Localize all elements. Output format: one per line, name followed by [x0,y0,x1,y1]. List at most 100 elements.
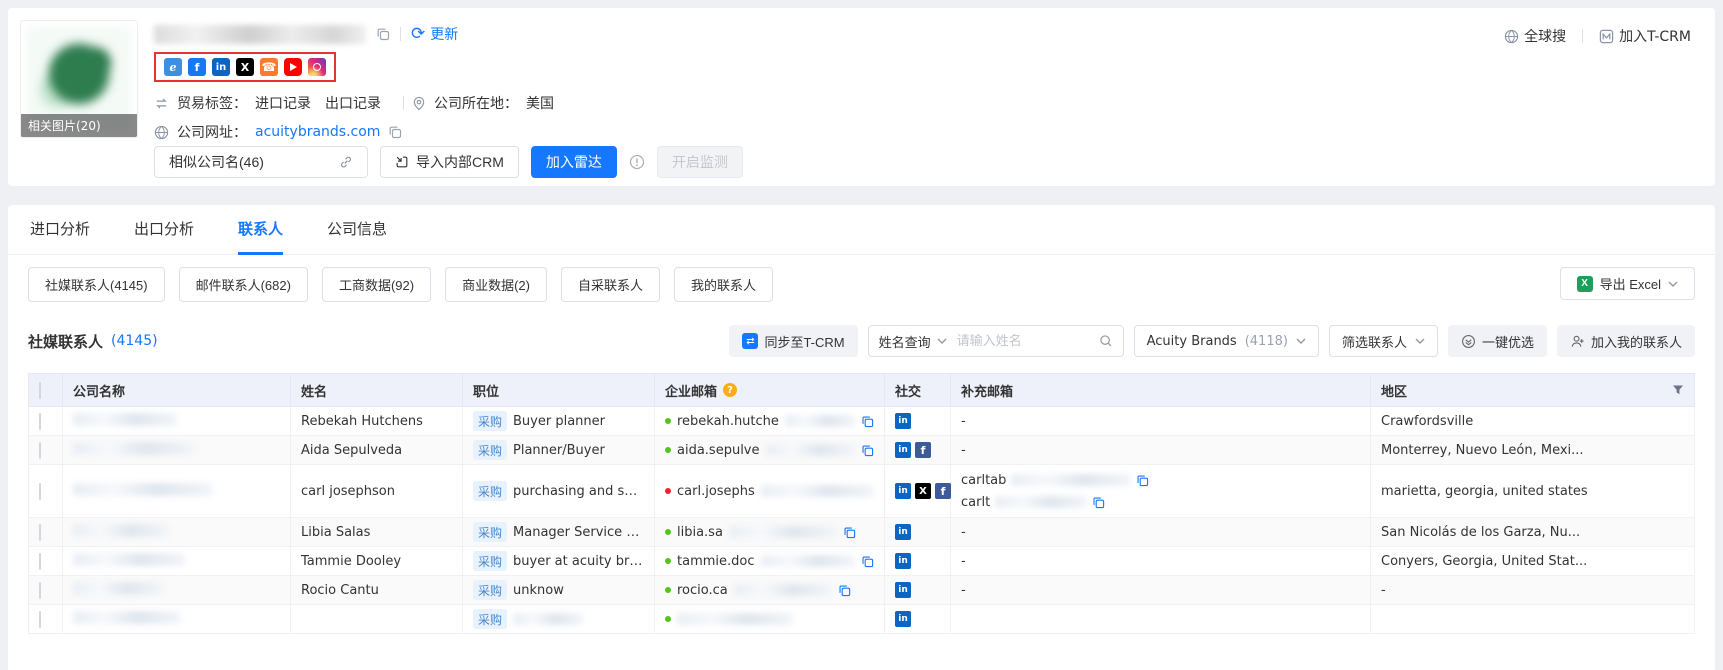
extra-email-redacted [995,496,1087,508]
table-body: Rebekah Hutchens采购Buyer plannerrebekah.h… [29,407,1695,634]
global-search-link[interactable]: 全球搜 [1504,26,1566,46]
facebook-icon[interactable]: f [935,483,951,499]
email-cell: carl.josephs [655,465,885,518]
row-checkbox[interactable] [39,442,41,459]
tab-0[interactable]: 进口分析 [30,205,90,255]
email-cell: aida.sepulve [655,436,885,465]
divider [403,96,404,110]
email-cell: rebekah.hutche [655,407,885,436]
one-click-select-button[interactable]: 一键优选 [1448,325,1547,357]
contact-filter-chip-5[interactable]: 我的联系人 [674,267,773,302]
trade-tags-icon [154,96,169,111]
import-crm-button[interactable]: 导入内部CRM [380,146,519,178]
row-checkbox-cell [29,407,63,436]
column-header-6: 地区 [1371,374,1695,407]
x-twitter-icon[interactable]: X [236,58,254,76]
column-header-3: 企业邮箱? [655,374,885,407]
add-radar-button[interactable]: 加入雷达 [531,146,617,178]
company-name-redacted [73,524,169,537]
related-images-label[interactable]: 相关图片(20) [21,114,137,137]
column-header-5: 补充邮箱 [951,374,1371,407]
help-icon[interactable]: ? [723,383,737,397]
info-icon[interactable] [629,154,645,170]
copy-email-icon[interactable] [861,444,874,457]
row-checkbox[interactable] [39,483,41,500]
contact-name: Aida Sepulveda [301,443,402,458]
row-checkbox[interactable] [39,413,41,430]
contact-filter-chip-2[interactable]: 工商数据(92) [322,267,431,302]
add-my-contacts-button[interactable]: 加入我的联系人 [1557,325,1695,357]
email-cell [655,605,885,634]
select-all-checkbox[interactable] [39,382,41,399]
copy-website-icon[interactable] [388,125,402,139]
link-icon [339,155,353,169]
linkedin-icon[interactable]: in [895,582,911,598]
company-filter-select[interactable]: Acuity Brands (4118) [1134,325,1319,357]
company-name-redacted [73,553,185,566]
row-checkbox[interactable] [39,553,41,570]
enable-monitor-button[interactable]: 开启监测 [657,146,743,178]
contact-filter-chip-4[interactable]: 自采联系人 [561,267,660,302]
copy-extra-email-icon[interactable] [1136,474,1149,487]
contacts-table: 公司名称姓名职位企业邮箱?社交补充邮箱地区 Rebekah Hutchens采购… [28,373,1695,634]
x-twitter-icon[interactable]: X [915,483,931,499]
contact-filter-chip-1[interactable]: 邮件联系人(682) [179,267,308,302]
tab-2-active[interactable]: 联系人 [238,205,283,255]
column-header-4: 社交 [885,374,951,407]
trade-tag-1[interactable]: 出口记录 [325,96,381,112]
website-link[interactable]: acuitybrands.com [255,124,380,140]
filter-contacts-select[interactable]: 筛选联系人 [1329,325,1438,357]
linkedin-icon[interactable]: in [895,413,911,429]
linkedin-icon[interactable]: in [895,483,911,499]
copy-email-icon[interactable] [861,415,874,428]
refresh-button[interactable]: ⟳ 更新 [411,24,458,44]
contact-name-cell: Rebekah Hutchens [291,407,463,436]
trade-tag-0[interactable]: 进口记录 [255,96,311,112]
row-checkbox[interactable] [39,582,41,599]
row-checkbox[interactable] [39,524,41,541]
facebook-icon[interactable]: f [188,58,206,76]
phone-icon[interactable]: ☎ [260,58,278,76]
linkedin-icon[interactable]: in [895,611,911,627]
linkedin-icon[interactable]: in [895,442,911,458]
copy-extra-email-icon[interactable] [1092,496,1105,509]
export-excel-button[interactable]: X 导出 Excel [1560,267,1695,300]
email-status-dot [665,587,671,593]
position-tag: 采购 [473,411,507,431]
copy-email-icon[interactable] [838,584,851,597]
contact-name: Rebekah Hutchens [301,414,423,429]
filter-funnel-icon[interactable] [1672,384,1684,396]
linkedin-icon[interactable]: in [895,524,911,540]
email-redacted [761,485,874,497]
youtube-icon[interactable] [284,58,302,76]
contact-filter-chip-3[interactable]: 商业数据(2) [445,267,547,302]
instagram-icon[interactable] [308,58,326,76]
company-name-cell [63,518,291,547]
email-prefix: carl.josephs [677,484,755,499]
contact-filter-chip-0[interactable]: 社媒联系人(4145) [28,267,165,302]
facebook-icon[interactable]: f [915,442,931,458]
contact-name-cell: Libia Salas [291,518,463,547]
search-icon[interactable] [1095,334,1123,348]
similar-companies-button[interactable]: 相似公司名(46) [154,146,368,178]
company-logo[interactable]: 相关图片(20) [20,20,138,138]
join-tcrm-link[interactable]: 加入T-CRM [1599,26,1691,46]
row-checkbox[interactable] [39,611,41,628]
linkedin-icon[interactable]: in [212,58,230,76]
copy-email-icon[interactable] [843,526,856,539]
sync-tcrm-button[interactable]: ⇄ 同步至T-CRM [729,325,857,357]
refresh-icon: ⟳ [411,26,425,43]
copy-company-name-icon[interactable] [376,27,390,41]
ie-browser-icon[interactable]: e [164,58,182,76]
name-search-input[interactable] [957,334,1095,349]
copy-email-icon[interactable] [861,555,874,568]
position-cell: 采购Planner/Buyer [463,436,655,465]
tab-1[interactable]: 出口分析 [134,205,194,255]
name-query-select[interactable]: 姓名查询 [869,332,957,351]
tab-3[interactable]: 公司信息 [327,205,387,255]
region-cell [1371,605,1695,634]
region-cell: Monterrey, Nuevo León, Mexi... [1371,436,1695,465]
position-cell: 采购Manager Service & Invent... [463,518,655,547]
section-count[interactable]: (4145) [111,333,158,349]
linkedin-icon[interactable]: in [895,553,911,569]
